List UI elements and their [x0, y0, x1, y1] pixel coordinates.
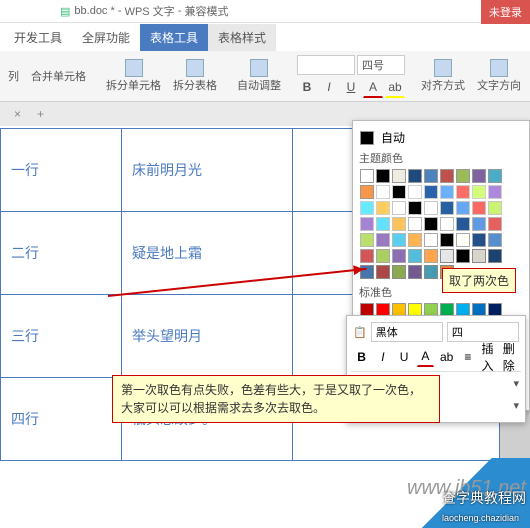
size-select[interactable]: 四号	[357, 55, 405, 75]
ctx-delete[interactable]: 删除	[502, 347, 519, 367]
ctx-align[interactable]: ≡	[459, 347, 476, 367]
annotation-callout-2: 第一次取色有点失败，色差有些大，于是又取了一次色，大家可以可以根据需求去多次去取…	[112, 375, 440, 423]
ctx-italic[interactable]: I	[374, 347, 391, 367]
ctx-font-color[interactable]: A	[417, 346, 434, 367]
login-status[interactable]: 未登录	[481, 0, 530, 24]
auto-color[interactable]: 自动	[359, 129, 523, 146]
bold-button[interactable]: B	[297, 77, 317, 97]
font-color-button[interactable]: A	[363, 77, 383, 98]
close-tab-icon[interactable]: ×	[6, 107, 29, 121]
split-table[interactable]: 拆分表格	[169, 57, 221, 95]
file-icon: ▤	[60, 5, 70, 18]
annotation-callout-1: 取了两次色	[442, 268, 516, 293]
auto-adjust[interactable]: 自动调整	[233, 57, 285, 95]
app-name: WPS 文字	[125, 3, 175, 19]
watermark-text: 查字典教程网laocheng.chazidian	[442, 488, 526, 524]
compat-mode: 兼容模式	[184, 3, 228, 19]
theme-colors-label: 主题颜色	[359, 150, 523, 166]
tab-dev[interactable]: 开发工具	[4, 24, 72, 51]
filename: bb.doc *	[74, 5, 114, 17]
underline-button[interactable]: U	[341, 77, 361, 97]
merge-col[interactable]: 列	[4, 66, 23, 86]
font-select[interactable]	[297, 55, 355, 75]
ctx-insert[interactable]: 插入	[481, 347, 498, 367]
highlight-button[interactable]: ab	[385, 77, 405, 98]
new-tab-icon[interactable]: +	[29, 107, 52, 121]
ctx-underline[interactable]: U	[396, 347, 413, 367]
tab-table-tool[interactable]: 表格工具	[140, 24, 208, 51]
merge-cells[interactable]: 合并单元格	[27, 66, 90, 86]
align-button[interactable]: 对齐方式	[417, 57, 469, 95]
copy-icon[interactable]: 📋	[353, 326, 367, 339]
ctx-bold[interactable]: B	[353, 347, 370, 367]
tab-view[interactable]: 全屏功能	[72, 24, 140, 51]
ribbon-tabs: 开发工具 全屏功能 表格工具 表格样式	[0, 23, 530, 51]
tab-table-style[interactable]: 表格样式	[208, 24, 276, 51]
italic-button[interactable]: I	[319, 77, 339, 97]
ribbon: 列 合并单元格 拆分单元格 拆分表格 自动调整 四号 B I U A ab 对齐…	[0, 51, 530, 102]
split-cell[interactable]: 拆分单元格	[102, 57, 165, 95]
theme-swatches[interactable]	[359, 168, 513, 280]
text-direction[interactable]: 文字方向	[473, 57, 525, 95]
format-buttons: B I U A ab	[297, 77, 405, 98]
ctx-font[interactable]: 黑体	[371, 322, 443, 342]
ctx-highlight[interactable]: ab	[438, 347, 455, 367]
title-bar: ▤ bb.doc * - WPS 文字 - 兼容模式	[0, 0, 530, 23]
